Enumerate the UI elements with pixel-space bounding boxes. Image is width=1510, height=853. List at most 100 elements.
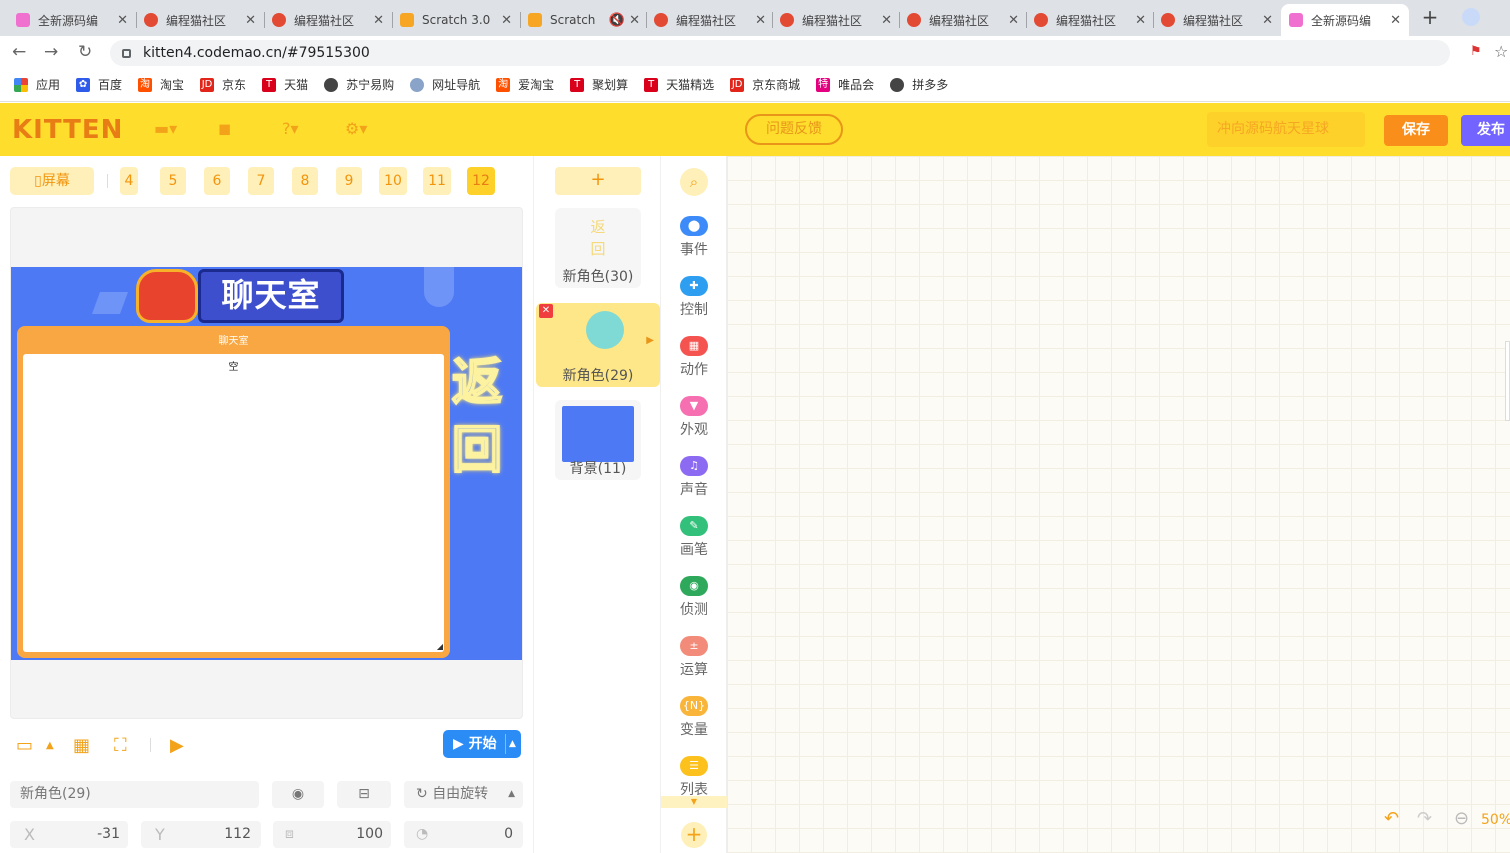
- close-icon[interactable]: ✕: [1262, 13, 1273, 28]
- x-field[interactable]: X -31: [10, 821, 128, 848]
- screen-tab[interactable]: 6: [204, 167, 230, 195]
- screen-list-button[interactable]: ▯屏幕: [10, 167, 94, 195]
- screen-tab[interactable]: 10: [379, 167, 407, 195]
- redo-icon[interactable]: ↷: [1417, 808, 1432, 829]
- screen-tab[interactable]: 8: [292, 167, 318, 195]
- close-icon[interactable]: ✕: [1008, 13, 1019, 28]
- bookmark-item[interactable]: ✿ 百度: [76, 76, 122, 93]
- screen-tab[interactable]: 5: [160, 167, 186, 195]
- delete-icon[interactable]: ✕: [539, 304, 553, 318]
- sprite-card-selected[interactable]: ✕ ▶ 新角色(29): [536, 303, 660, 387]
- code-workspace[interactable]: ↶ ↷ ⊖ 50%: [727, 156, 1510, 853]
- category-pen[interactable]: ✎ 画笔: [661, 516, 727, 559]
- category-motion[interactable]: ▦ 动作: [661, 336, 727, 379]
- close-icon[interactable]: ✕: [117, 13, 128, 28]
- bookmark-item[interactable]: 拼多多: [890, 76, 948, 93]
- y-field[interactable]: Y 112: [141, 821, 261, 848]
- fullscreen-icon[interactable]: ⛶: [114, 735, 127, 756]
- background-card[interactable]: 背景(11): [555, 400, 641, 480]
- bookmark-item[interactable]: T 天猫: [262, 76, 308, 93]
- gear-icon[interactable]: ⚙▾: [345, 119, 367, 138]
- add-extension-button[interactable]: +: [681, 822, 707, 848]
- category-variables[interactable]: {N} 变量: [661, 696, 727, 739]
- category-control[interactable]: ✚ 控制: [661, 276, 727, 319]
- chevron-right-icon[interactable]: ▶: [646, 335, 654, 346]
- browser-tab[interactable]: 编程猫社区 ✕: [264, 4, 392, 36]
- bookmark-item[interactable]: T 天猫精选: [644, 76, 714, 93]
- close-icon[interactable]: ✕: [881, 13, 892, 28]
- category-lists[interactable]: ☰ 列表: [661, 756, 727, 799]
- browser-tab[interactable]: 编程猫社区 ✕: [1026, 4, 1154, 36]
- feedback-button[interactable]: 问题反馈: [745, 114, 843, 145]
- star-icon[interactable]: ☆: [1494, 42, 1508, 61]
- close-icon[interactable]: ✕: [501, 13, 512, 28]
- browser-tab[interactable]: 编程猫社区 ✕: [646, 4, 774, 36]
- browser-tab[interactable]: 编程猫社区 ✕: [772, 4, 900, 36]
- size-field[interactable]: ⧈ 100: [273, 821, 391, 848]
- category-looks[interactable]: ▼ 外观: [661, 396, 727, 439]
- reload-icon[interactable]: ↻: [78, 42, 92, 62]
- play-preview-icon[interactable]: ▶: [170, 735, 184, 756]
- close-icon[interactable]: ✕: [373, 13, 384, 28]
- blocked-popup-icon[interactable]: ⚑: [1470, 44, 1482, 59]
- resize-handle-icon[interactable]: ◢: [437, 642, 443, 651]
- more-categories-icon[interactable]: ▼: [661, 796, 727, 808]
- close-icon[interactable]: ✕: [1390, 13, 1401, 28]
- browser-tab[interactable]: 全新源码编 ✕: [8, 4, 136, 36]
- screen-tab[interactable]: 7: [248, 167, 274, 195]
- category-sensing[interactable]: ◉ 侦测: [661, 576, 727, 619]
- screen-tab[interactable]: 11: [423, 167, 451, 195]
- forward-icon[interactable]: →: [44, 42, 58, 62]
- scrollbar[interactable]: [1505, 341, 1510, 421]
- bookmark-item[interactable]: JD 京东商城: [730, 76, 800, 93]
- new-tab-button[interactable]: +: [1418, 6, 1442, 30]
- screen-tab[interactable]: 4: [120, 167, 138, 195]
- caret-up-icon[interactable]: ▲: [46, 740, 54, 751]
- browser-tab[interactable]: Scratch 3.0 ✕: [392, 4, 520, 36]
- category-events[interactable]: ⬤ 事件: [661, 216, 727, 259]
- close-icon[interactable]: ✕: [629, 13, 640, 28]
- add-sprite-button[interactable]: +: [555, 167, 641, 195]
- search-icon[interactable]: ⌕: [680, 168, 708, 196]
- close-icon[interactable]: ✕: [245, 13, 256, 28]
- browser-tab[interactable]: 编程猫社区 ✕: [136, 4, 264, 36]
- backpack-icon[interactable]: ◼: [218, 119, 231, 138]
- address-input[interactable]: kitten4.codemao.cn/#79515300: [110, 40, 1450, 66]
- bookmark-item[interactable]: 苏宁易购: [324, 76, 394, 93]
- zoom-out-icon[interactable]: ⊖: [1454, 808, 1469, 829]
- folder-icon[interactable]: ▬▾: [154, 119, 177, 138]
- profile-icon[interactable]: [1462, 8, 1480, 26]
- bookmark-item[interactable]: 淘淘宝: [138, 76, 184, 93]
- back-icon[interactable]: ←: [12, 42, 26, 62]
- stage-size-icon[interactable]: ▭: [16, 735, 33, 756]
- caret-up-icon[interactable]: ▲: [509, 730, 516, 758]
- lock-icon[interactable]: ⊟: [337, 781, 391, 808]
- project-name-input[interactable]: 冲向源码航天星球: [1207, 112, 1365, 147]
- start-button[interactable]: ▶ 开始 ▲: [443, 730, 521, 758]
- publish-button[interactable]: 发布: [1461, 115, 1510, 146]
- close-icon[interactable]: ✕: [1135, 13, 1146, 28]
- back-sprite-text[interactable]: 返回: [451, 348, 512, 484]
- sprite-name-field[interactable]: 新角色(29): [10, 781, 259, 808]
- category-operators[interactable]: ± 运算: [661, 636, 727, 679]
- chat-body[interactable]: 空 ◢: [23, 354, 444, 652]
- help-icon[interactable]: ?▾: [282, 119, 299, 138]
- rotation-mode-select[interactable]: ↻ 自由旋转 ▲: [404, 781, 523, 808]
- bookmark-item[interactable]: 特唯品会: [816, 76, 874, 93]
- bookmark-item[interactable]: T 聚划算: [570, 76, 628, 93]
- browser-tab[interactable]: 编程猫社区 ✕: [899, 4, 1027, 36]
- mute-icon[interactable]: 🔇: [609, 13, 625, 28]
- screen-tab-active[interactable]: 12: [467, 167, 495, 195]
- browser-tab[interactable]: 编程猫社区 ✕: [1153, 4, 1281, 36]
- visibility-eye-icon[interactable]: ◉: [272, 781, 324, 808]
- direction-field[interactable]: ◔ 0: [404, 821, 523, 848]
- bookmark-item[interactable]: 网址导航: [410, 76, 480, 93]
- bookmark-item[interactable]: 淘爱淘宝: [496, 76, 554, 93]
- bookmark-apps[interactable]: 应用: [14, 76, 60, 93]
- sprite-card[interactable]: 返回 新角色(30): [555, 208, 641, 288]
- undo-icon[interactable]: ↶: [1384, 808, 1399, 829]
- close-icon[interactable]: ✕: [755, 13, 766, 28]
- category-sound[interactable]: ♫ 声音: [661, 456, 727, 499]
- browser-tab-active[interactable]: 全新源码编 ✕: [1281, 4, 1409, 36]
- save-button[interactable]: 保存: [1384, 115, 1448, 146]
